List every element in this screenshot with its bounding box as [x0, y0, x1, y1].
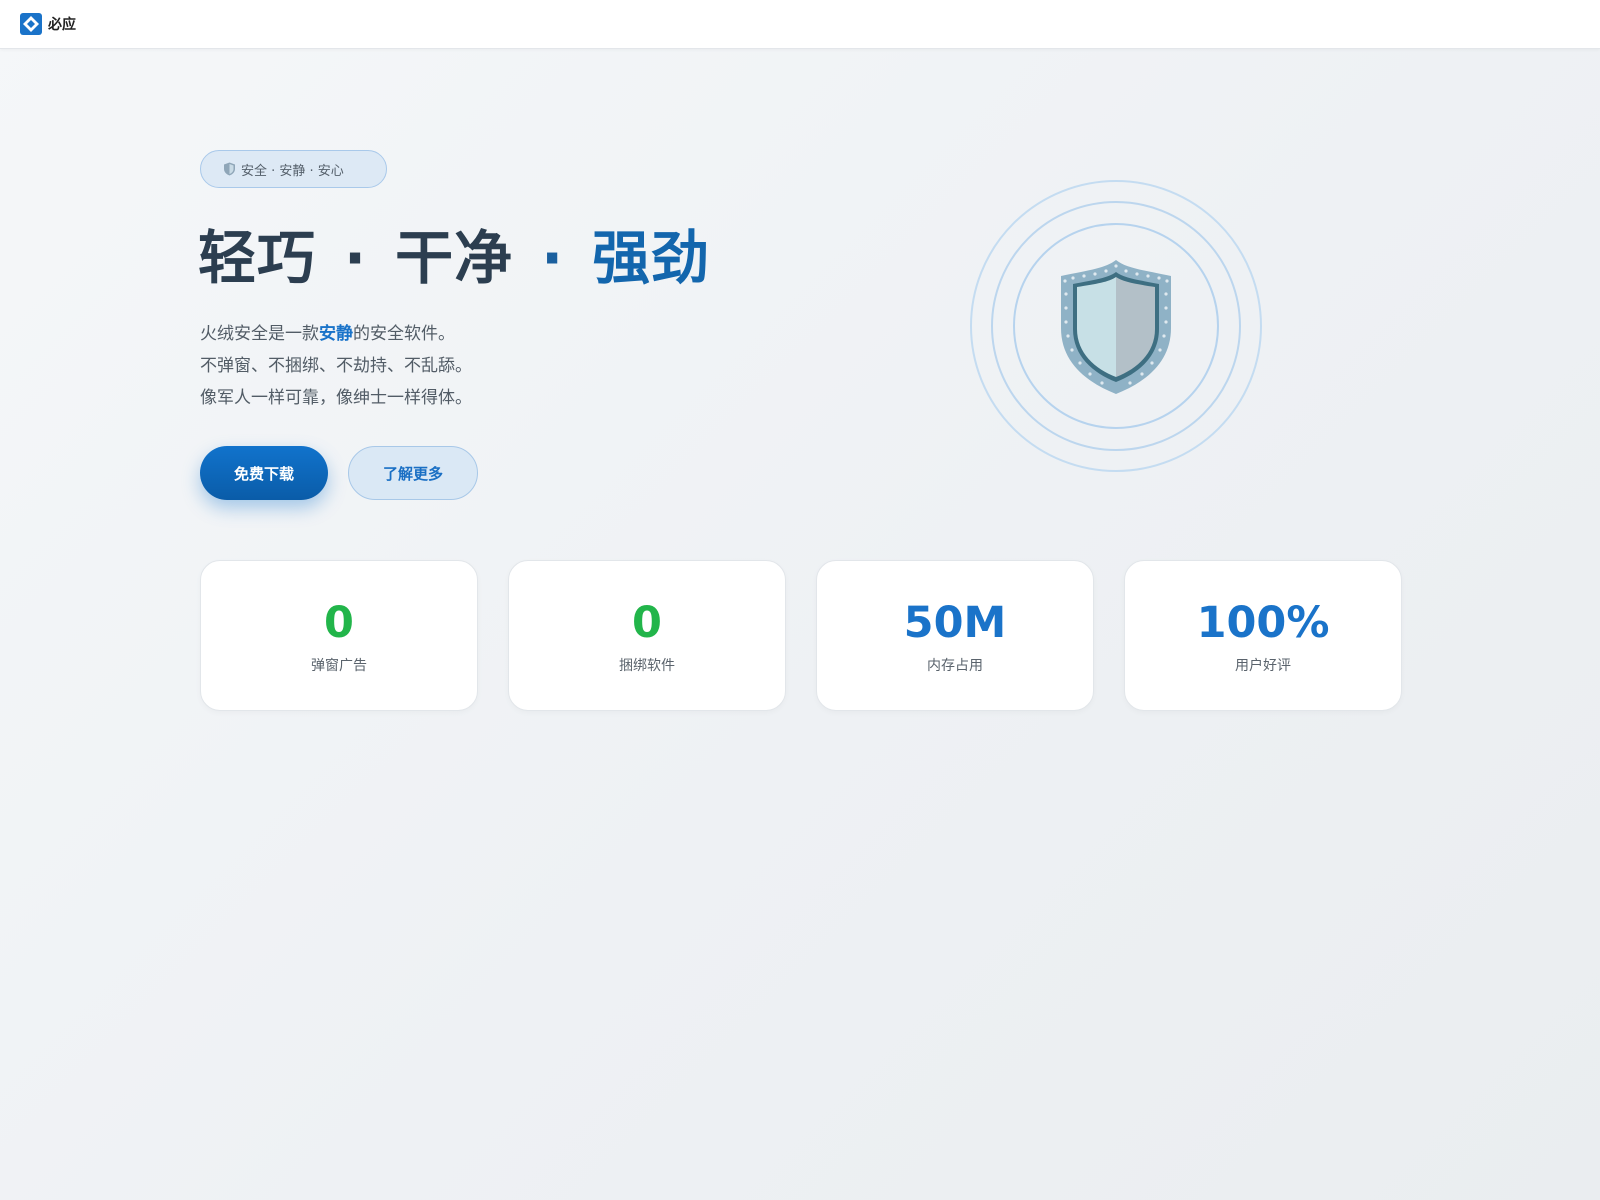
- description-emphasis: 安静: [319, 324, 353, 344]
- bing-logo-icon[interactable]: [20, 13, 42, 35]
- brand-name[interactable]: 必应: [48, 14, 76, 34]
- headline-separator: ·: [541, 224, 565, 292]
- stat-value: 50M: [903, 598, 1007, 648]
- hero-description: 火绒安全是一款安静的安全软件。 不弹窗、不捆绑、不劫持、不乱舔。 像军人一样可靠…: [200, 318, 472, 414]
- shield-illustration: [970, 180, 1262, 472]
- stat-value: 0: [632, 598, 662, 648]
- stat-value: 100%: [1196, 598, 1330, 648]
- stat-label: 用户好评: [1235, 658, 1291, 674]
- headline-part-clean: 干净: [395, 224, 514, 292]
- stat-label: 弹窗广告: [311, 658, 367, 674]
- stat-card-memory-usage: 50M 内存占用: [816, 560, 1094, 711]
- headline-part-strong: 强劲: [592, 224, 711, 292]
- description-line-1: 火绒安全是一款安静的安全软件。: [200, 318, 472, 350]
- stat-card-popup-ads: 0 弹窗广告: [200, 560, 478, 711]
- badge-text: 安全 · 安静 · 安心: [241, 163, 344, 179]
- stat-label: 内存占用: [927, 658, 983, 674]
- description-line-3: 像军人一样可靠，像绅士一样得体。: [200, 388, 472, 408]
- description-text: 的安全软件。: [353, 324, 455, 344]
- stat-value: 0: [324, 598, 354, 648]
- headline-separator: ·: [344, 224, 368, 292]
- stat-card-bundled-software: 0 捆绑软件: [508, 560, 786, 711]
- stat-card-user-rating: 100% 用户好评: [1124, 560, 1402, 711]
- headline-part-light: 轻巧: [198, 224, 317, 292]
- hero-headline: 轻巧 · 干净 · 强劲: [198, 222, 710, 294]
- description-line-2: 不弹窗、不捆绑、不劫持、不乱舔。: [200, 356, 472, 376]
- free-download-button[interactable]: 免费下载: [200, 446, 328, 500]
- learn-more-button[interactable]: 了解更多: [348, 446, 478, 500]
- shield-icon: [224, 162, 235, 176]
- top-bar: 必应: [0, 0, 1600, 49]
- stat-label: 捆绑软件: [619, 658, 675, 674]
- shield-icon: [1061, 260, 1171, 394]
- description-text: 火绒安全是一款: [200, 324, 319, 344]
- tagline-badge: 安全 · 安静 · 安心: [200, 150, 387, 188]
